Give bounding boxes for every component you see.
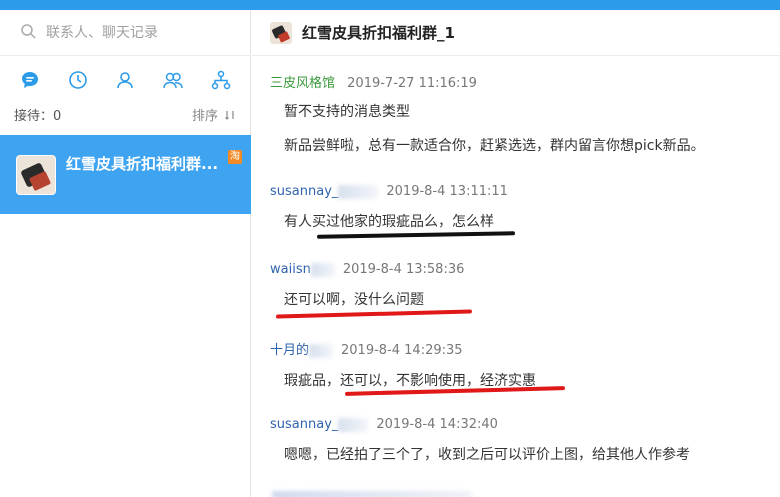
conversation-title: 红雪皮具折扣福利群... bbox=[66, 155, 219, 173]
message-time: 2019-8-4 13:11:11 bbox=[386, 184, 508, 199]
message-text: 新品尝鲜啦，总有一款适合你，赶紧选选，群内留言你想pick新品。 bbox=[284, 138, 705, 154]
conversation-avatar bbox=[16, 154, 56, 195]
person-icon bbox=[117, 72, 134, 89]
message-text: 有人买过他家的瑕疵品么，怎么样 bbox=[284, 214, 494, 230]
message-sender[interactable]: susannay_ bbox=[270, 417, 338, 432]
search-bar bbox=[0, 10, 251, 56]
message-meta: susannay_ 2019-8-4 14:32:40 bbox=[270, 417, 690, 432]
redacted-name bbox=[310, 262, 335, 277]
sort-button[interactable]: 排序 bbox=[192, 105, 236, 124]
clock-icon bbox=[68, 71, 87, 89]
conversation-item[interactable]: 红雪皮具折扣福利群... 淘 bbox=[0, 135, 251, 214]
message-item: waiisn 2019-8-4 13:58:36 还可以啊，没什么问题 bbox=[270, 262, 464, 309]
group-icon bbox=[163, 72, 184, 89]
title-bar bbox=[0, 0, 780, 10]
message-meta: susannay_ 2019-8-4 13:11:11 bbox=[270, 184, 508, 199]
message-item: susannay_ 2019-8-4 13:11:11 有人买过他家的瑕疵品么，怎… bbox=[270, 184, 508, 231]
taobao-badge-icon: 淘 bbox=[228, 150, 242, 164]
message-sender[interactable]: waiisn bbox=[270, 262, 311, 277]
message-meta: 三皮风格馆 2019-7-27 11:16:19 bbox=[270, 72, 705, 91]
chat-header: 红雪皮具折扣福利群_1 bbox=[252, 10, 780, 56]
message-time: 2019-8-4 13:58:36 bbox=[342, 262, 465, 277]
search-input[interactable] bbox=[46, 24, 236, 41]
sort-icon bbox=[225, 110, 234, 120]
message-time: 2019-8-4 14:29:35 bbox=[341, 343, 463, 358]
sidebar-tabs bbox=[0, 62, 251, 98]
message-sender[interactable]: susannay_ bbox=[270, 184, 338, 199]
message-list: 三皮风格馆 2019-7-27 11:16:19 暂不支持的消息类型 新品尝鲜啦… bbox=[252, 57, 780, 497]
chat-avatar bbox=[270, 21, 292, 44]
redacted-name bbox=[309, 343, 334, 358]
message-item: susannay_ 2019-8-4 14:32:40 嗯嗯，已经拍了三个了，收到… bbox=[270, 417, 690, 464]
search-icon bbox=[20, 23, 46, 43]
highlight-underline bbox=[316, 231, 516, 239]
message-text: 嗯嗯，已经拍了三个了，收到之后可以评价上图，给其他人作参考 bbox=[284, 447, 690, 463]
message-meta: waiisn 2019-8-4 13:58:36 bbox=[270, 262, 464, 277]
chat-bubble-icon bbox=[21, 72, 38, 88]
message-meta: 十月的 2019-8-4 14:29:35 bbox=[270, 339, 536, 358]
sidebar: 接待：0 排序 红雪皮具折扣福利群... 淘 bbox=[0, 10, 251, 497]
message-time: 2019-8-4 14:32:40 bbox=[376, 417, 498, 432]
message-time: 2019-7-27 11:16:19 bbox=[347, 76, 477, 91]
message-sender[interactable]: 十月的 bbox=[270, 343, 309, 358]
message-text: 暂不支持的消息类型 bbox=[284, 104, 410, 120]
tab-contacts[interactable] bbox=[110, 65, 140, 95]
message-item: 十月的 2019-8-4 14:29:35 瑕疵品，还可以，不影响使用，经济实惠 bbox=[270, 339, 536, 390]
next-message-preview bbox=[272, 491, 472, 497]
highlight-underline bbox=[275, 309, 473, 319]
chat-title: 红雪皮具折扣福利群_1 bbox=[302, 24, 455, 42]
tab-groups[interactable] bbox=[158, 65, 188, 95]
tab-chats[interactable] bbox=[15, 65, 45, 95]
sort-label: 排序 bbox=[191, 109, 218, 124]
tab-organization[interactable] bbox=[206, 65, 236, 95]
org-tree-icon bbox=[211, 70, 231, 90]
redacted-name bbox=[338, 184, 379, 199]
reception-count: 接待：0 bbox=[14, 109, 62, 124]
tab-recent[interactable] bbox=[63, 65, 93, 95]
message-item: 三皮风格馆 2019-7-27 11:16:19 暂不支持的消息类型 新品尝鲜啦… bbox=[270, 72, 705, 155]
message-sender[interactable]: 三皮风格馆 bbox=[270, 76, 335, 91]
message-text: 还可以啊，没什么问题 bbox=[284, 292, 424, 308]
redacted-name bbox=[338, 417, 369, 432]
